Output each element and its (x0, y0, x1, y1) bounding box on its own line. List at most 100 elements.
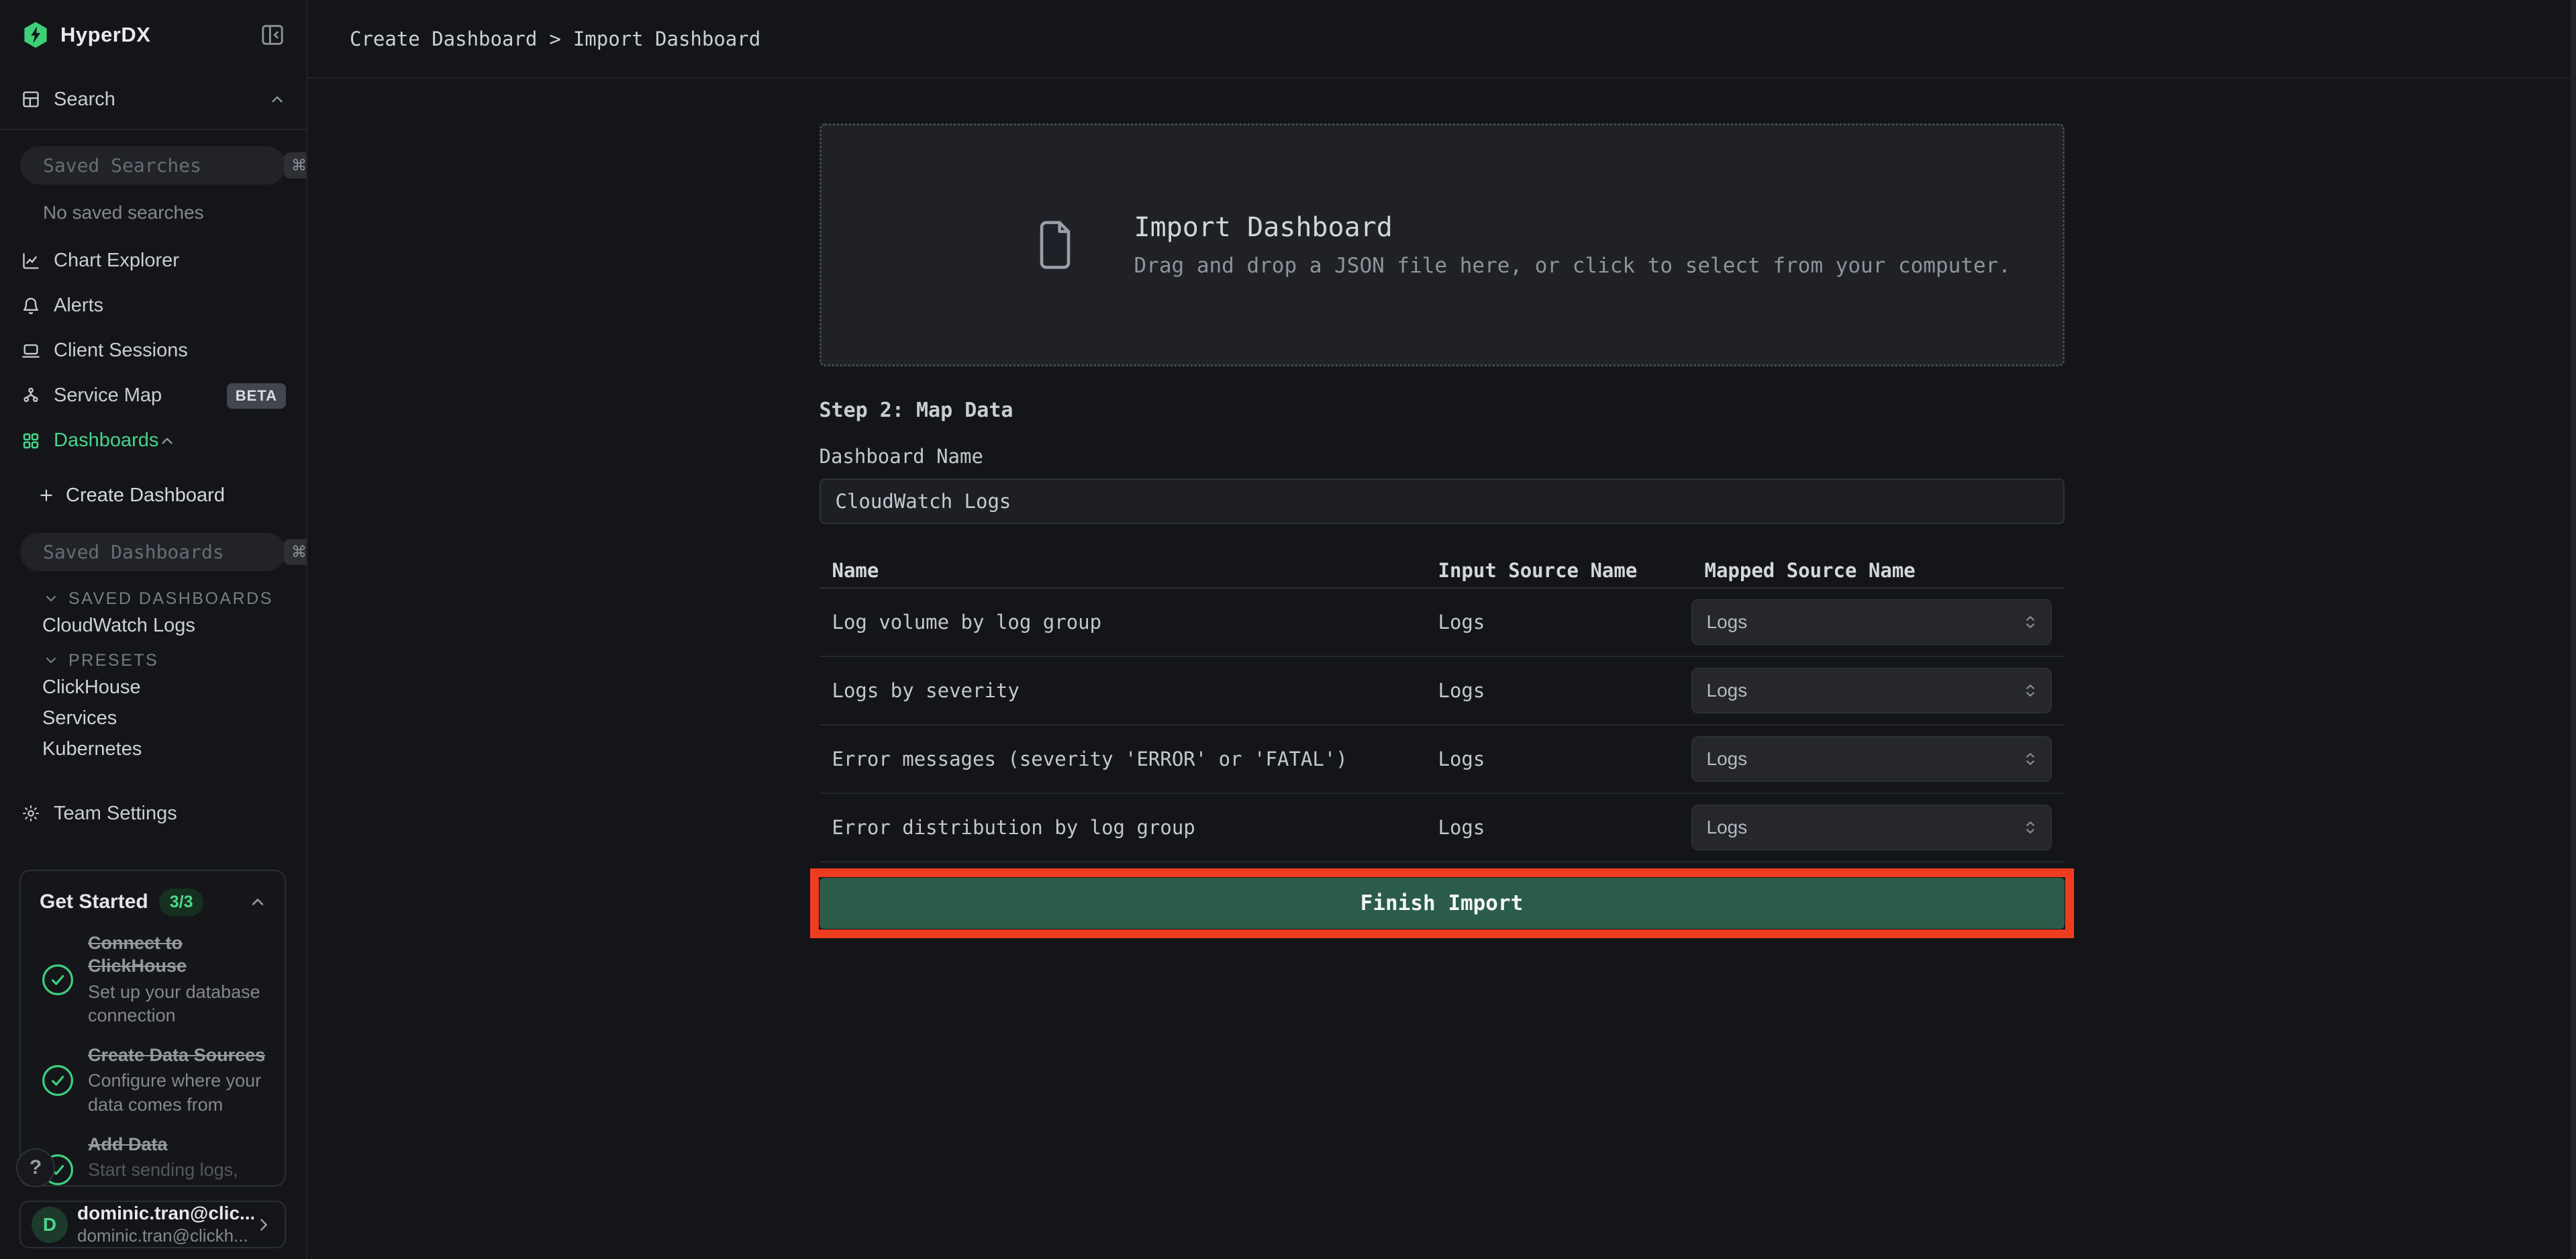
get-started-item-title: Add Data (88, 1134, 267, 1156)
finish-import-button[interactable]: Finish Import (820, 878, 2065, 929)
input-source-cell: Logs (1438, 816, 1691, 839)
mapped-source-select[interactable]: Logs (1691, 805, 2052, 850)
panel-left-close-icon (259, 21, 286, 48)
get-started-item-subtitle: Start sending logs, metrics, or traces (88, 1158, 267, 1187)
help-label: ? (30, 1156, 42, 1179)
selected-option: Logs (1707, 680, 1748, 701)
help-button[interactable]: ? (16, 1148, 55, 1187)
dropzone-title: Import Dashboard (1134, 212, 2011, 243)
import-dashboard-panel: Import Dashboard Drag and drop a JSON fi… (820, 123, 2065, 929)
selected-option: Logs (1707, 817, 1748, 838)
source-mapping-table: Name Input Source Name Mapped Source Nam… (820, 554, 2065, 862)
saved-dashboards-group-header[interactable]: SAVED DASHBOARDS (0, 587, 306, 610)
sidebar-item-label: Client Sessions (54, 340, 188, 362)
user-name: dominic.tran@clic... (77, 1203, 254, 1224)
sidebar-item-service-map[interactable]: Service Map BETA (0, 373, 306, 418)
laptop-icon (21, 342, 40, 360)
user-email: dominic.tran@clickh... (77, 1225, 254, 1246)
mapped-source-select[interactable]: Logs (1691, 599, 2052, 645)
sidebar-item-team-settings[interactable]: Team Settings (21, 791, 286, 836)
presets-group-header[interactable]: PRESETS (0, 649, 306, 672)
get-started-item-subtitle: Set up your database connection (88, 980, 267, 1027)
breadcrumb-create-dashboard[interactable]: Create Dashboard (350, 28, 537, 50)
get-started-item-title: Create Data Sources (88, 1044, 267, 1067)
column-header-mapped-source: Mapped Source Name (1691, 559, 2052, 582)
search-panel-icon (21, 90, 40, 109)
chevron-up-icon[interactable] (268, 91, 286, 108)
dashboard-name-input[interactable] (820, 479, 2065, 524)
sidebar-item-dashboards[interactable]: Dashboards (0, 418, 306, 463)
json-dropzone[interactable]: Import Dashboard Drag and drop a JSON fi… (820, 123, 2065, 366)
create-dashboard-button[interactable]: Create Dashboard (0, 474, 306, 517)
preset-link-label: Services (42, 707, 117, 729)
get-started-item-add-data[interactable]: Add Data Start sending logs, metrics, or… (40, 1134, 267, 1187)
get-started-item-subtitle: Configure where your data comes from (88, 1069, 267, 1116)
sidebar-dashboard-cloudwatch-logs[interactable]: CloudWatch Logs (0, 610, 306, 641)
select-chevrons-icon (2022, 682, 2039, 699)
saved-searches-input[interactable] (43, 154, 284, 177)
file-icon (1034, 216, 1077, 274)
chevron-up-icon[interactable] (158, 432, 176, 450)
main-area: Create Dashboard > Import Dashboard Impo… (307, 0, 2576, 1259)
mapped-source-select[interactable]: Logs (1691, 736, 2052, 782)
sidebar-item-label: Team Settings (54, 803, 177, 825)
create-dashboard-label: Create Dashboard (66, 485, 225, 507)
saved-dashboards-input[interactable] (43, 541, 284, 563)
mapped-source-select[interactable]: Logs (1691, 668, 2052, 713)
table-header-row: Name Input Source Name Mapped Source Nam… (820, 554, 2065, 589)
breadcrumb-separator: > (549, 28, 560, 50)
get-started-header[interactable]: Get Started 3/3 (40, 889, 267, 915)
shortcut-badge: ⌘K (284, 539, 307, 565)
sidebar-item-search[interactable]: Search (21, 81, 286, 118)
sidebar-item-alerts[interactable]: Alerts (0, 283, 306, 328)
table-row: Log volume by log group Logs Logs (820, 589, 2065, 657)
selected-option: Logs (1707, 748, 1748, 770)
beta-badge: BETA (227, 383, 286, 409)
sidebar-item-label: Dashboards (54, 430, 158, 452)
vertical-scrollbar[interactable] (2571, 0, 2576, 1259)
user-menu[interactable]: D dominic.tran@clic... dominic.tran@clic… (19, 1201, 286, 1248)
table-row: Error distribution by log group Logs Log… (820, 794, 2065, 862)
no-saved-searches-text: No saved searches (43, 202, 306, 223)
sidebar-preset-services[interactable]: Services (0, 703, 306, 734)
dashboard-name-label: Dashboard Name (820, 445, 2065, 468)
sidebar-item-label: Chart Explorer (54, 250, 179, 272)
step-heading: Step 2: Map Data (820, 399, 2065, 422)
chart-name-cell: Error distribution by log group (832, 816, 1438, 839)
selected-option: Logs (1707, 611, 1748, 633)
select-chevrons-icon (2022, 750, 2039, 768)
dashboards-grid-icon (21, 432, 40, 450)
get-started-card: Get Started 3/3 Connect to ClickHouse Se… (19, 870, 286, 1187)
saved-searches-search[interactable]: ⌘K (20, 146, 286, 185)
app-root: HyperDX Search ⌘K No saved sear (0, 0, 2576, 1259)
column-header-input-source: Input Source Name (1438, 559, 1691, 582)
chevron-up-icon[interactable] (248, 893, 267, 911)
saved-dashboards-search[interactable]: ⌘K (20, 533, 286, 571)
sidebar-preset-clickhouse[interactable]: ClickHouse (0, 672, 306, 703)
collapse-sidebar-button[interactable] (259, 21, 286, 48)
get-started-item-connect[interactable]: Connect to ClickHouse Set up your databa… (40, 932, 267, 1027)
chart-explorer-icon (21, 252, 40, 270)
input-source-cell: Logs (1438, 748, 1691, 770)
sidebar-item-chart-explorer[interactable]: Chart Explorer (0, 238, 306, 283)
shortcut-badge: ⌘K (284, 152, 307, 179)
sidebar-item-label: Alerts (54, 295, 103, 317)
chevron-right-icon (254, 1215, 274, 1235)
get-started-item-title: Connect to ClickHouse (88, 932, 267, 978)
check-circle-icon (40, 1062, 76, 1099)
get-started-item-sources[interactable]: Create Data Sources Configure where your… (40, 1044, 267, 1117)
chevron-down-icon (43, 652, 59, 668)
select-chevrons-icon (2022, 613, 2039, 631)
preset-link-label: Kubernetes (42, 738, 142, 760)
column-header-name: Name (832, 559, 1438, 582)
dashboard-link-label: CloudWatch Logs (42, 615, 195, 637)
bell-icon (21, 297, 40, 315)
sidebar-nav: Chart Explorer Alerts Client Sessions Se… (0, 238, 306, 463)
finish-import-section: Finish Import (820, 878, 2065, 929)
sidebar-preset-kubernetes[interactable]: Kubernetes (0, 734, 306, 764)
preset-link-label: ClickHouse (42, 676, 141, 699)
chevron-down-icon (43, 591, 59, 607)
table-row: Error messages (severity 'ERROR' or 'FAT… (820, 725, 2065, 794)
sidebar-item-client-sessions[interactable]: Client Sessions (0, 328, 306, 373)
breadcrumb: Create Dashboard > Import Dashboard (350, 28, 760, 50)
